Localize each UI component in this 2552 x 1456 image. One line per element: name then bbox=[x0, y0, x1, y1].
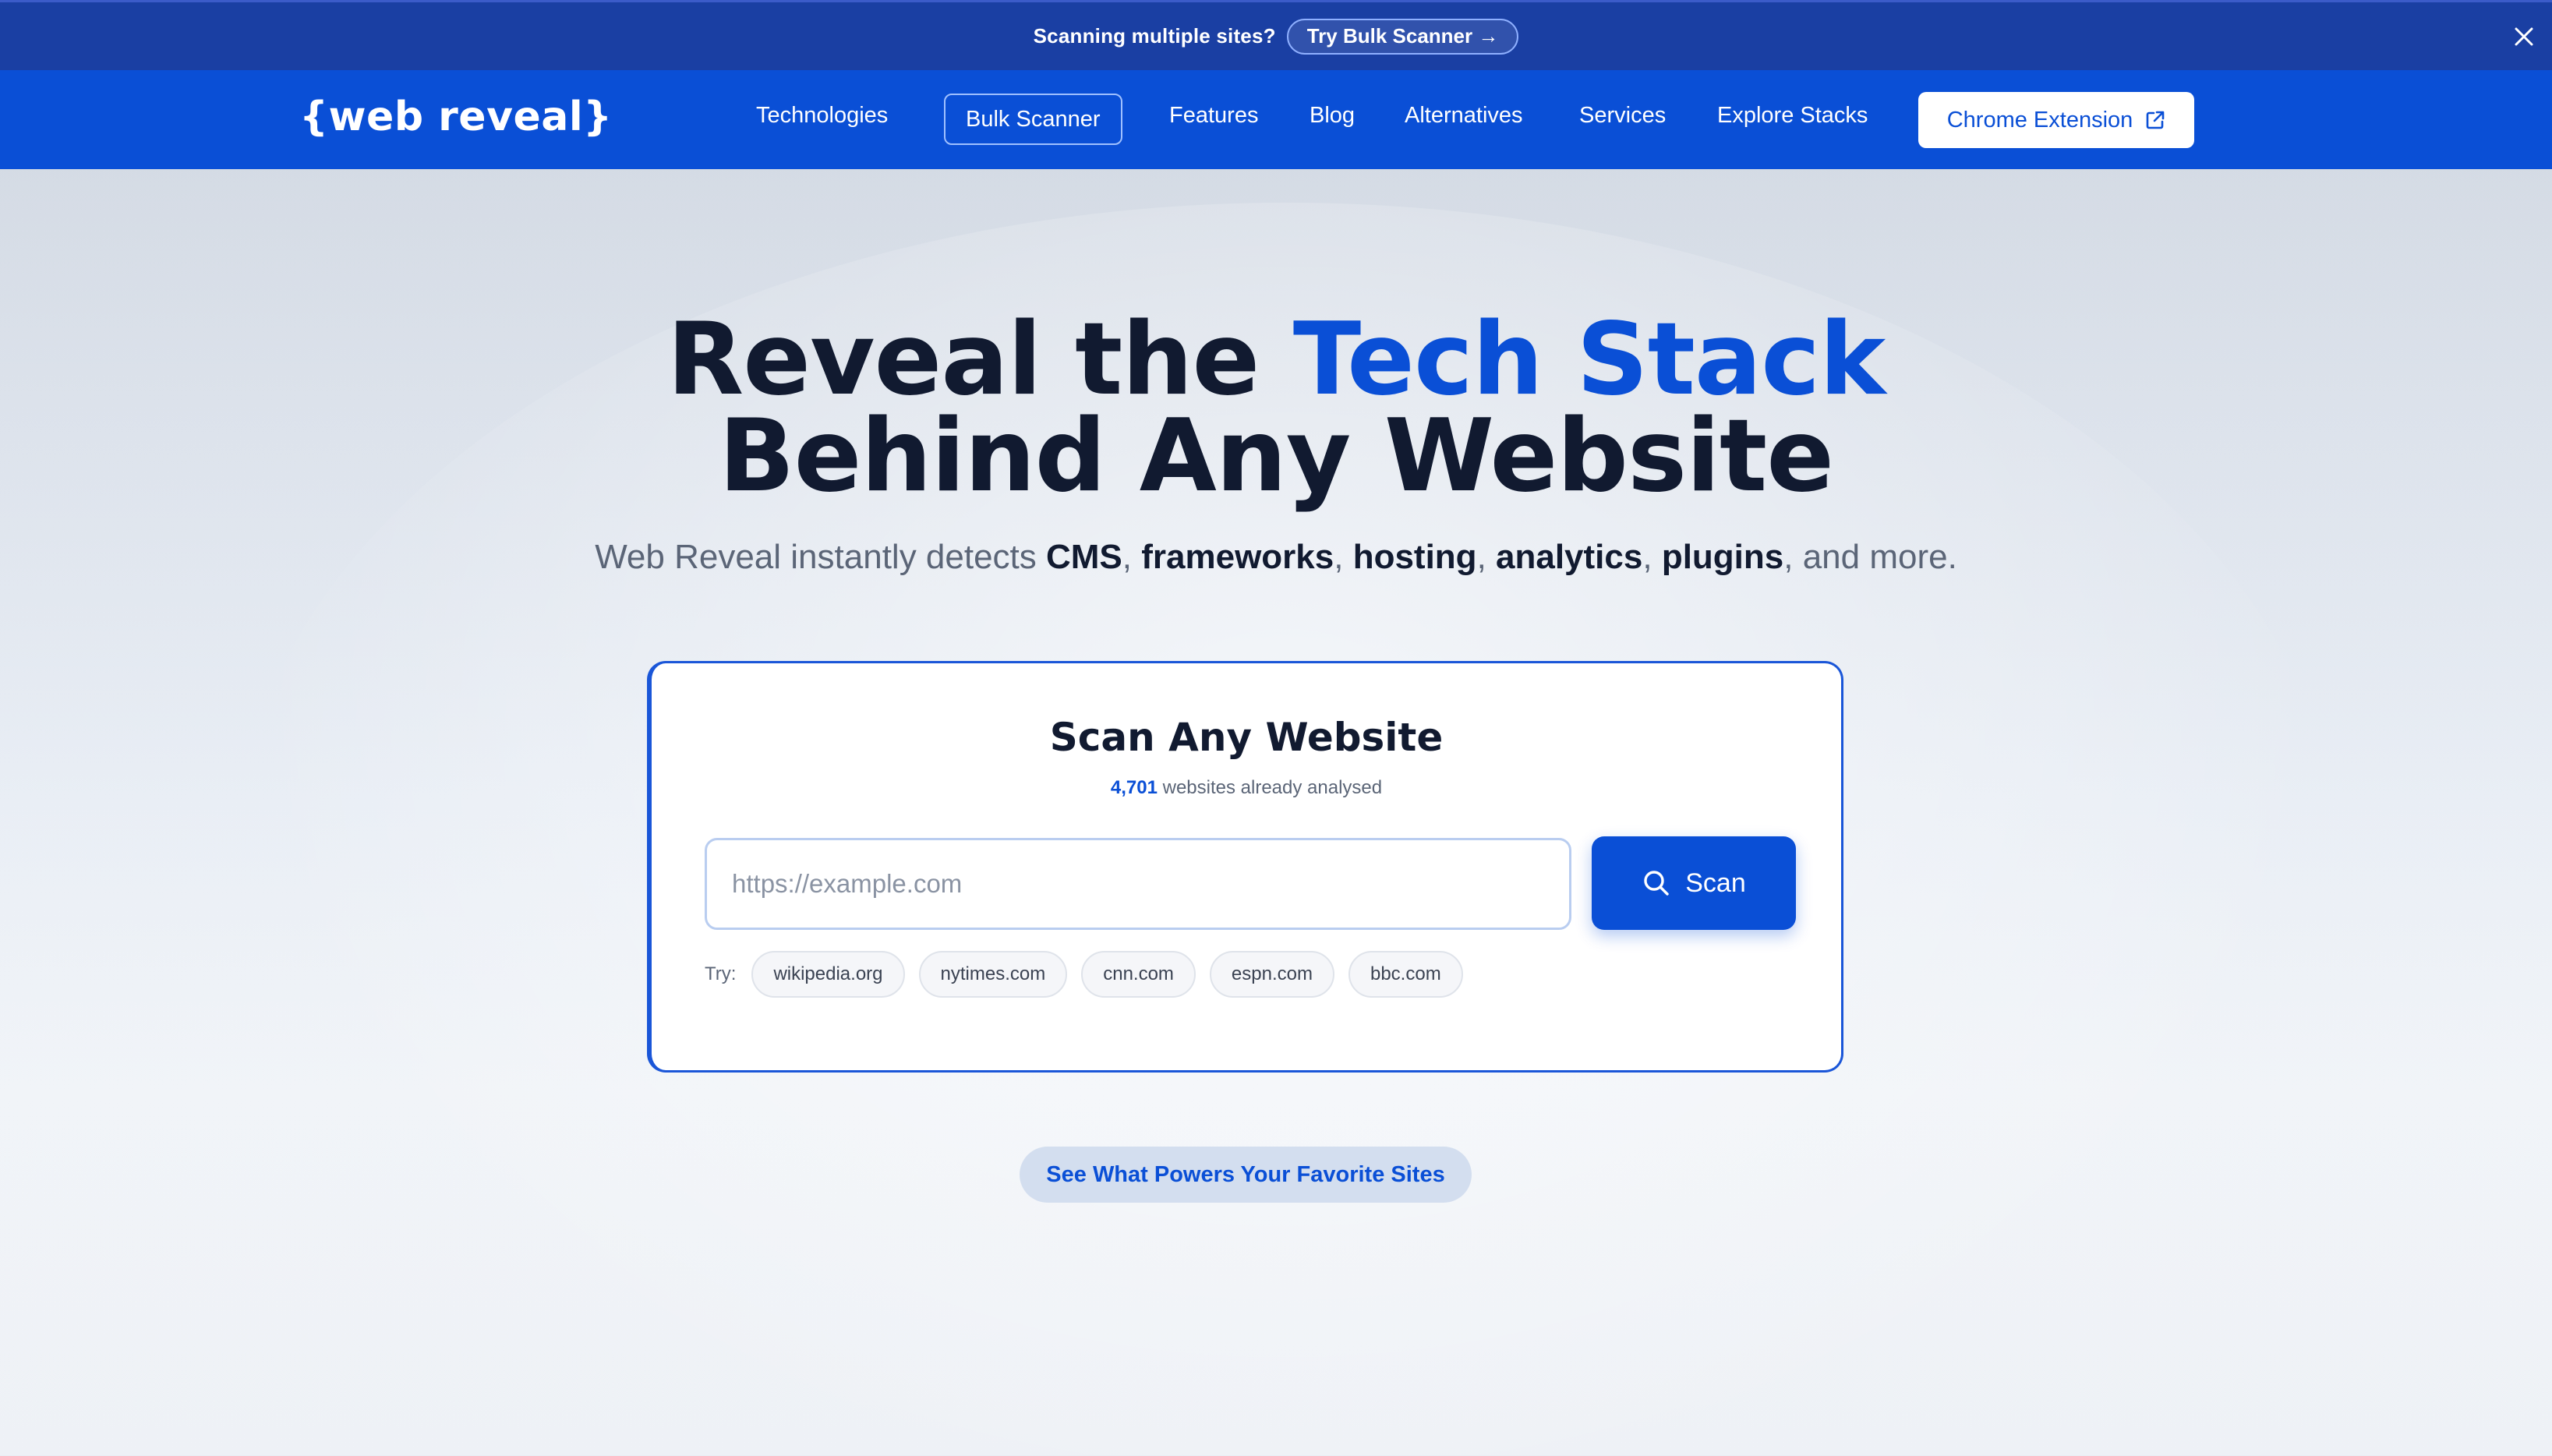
nav-link-alternatives[interactable]: Alternatives bbox=[1405, 103, 1523, 129]
logo[interactable]: {web reveal} bbox=[299, 94, 613, 140]
try-label: Try: bbox=[705, 963, 737, 984]
see-what-powers-button[interactable]: See What Powers Your Favorite Sites bbox=[1020, 1147, 1472, 1203]
hero-sub-separator: , bbox=[1334, 538, 1353, 576]
main-nav: {web reveal} Technologies Bulk Scanner F… bbox=[0, 70, 2552, 169]
announcement-text: Scanning multiple sites? bbox=[1033, 24, 1276, 48]
example-chip-nytimes[interactable]: nytimes.com bbox=[918, 951, 1068, 998]
example-sites: Try: wikipedia.org nytimes.com cnn.com e… bbox=[705, 951, 1463, 998]
nav-link-bulk-scanner[interactable]: Bulk Scanner bbox=[944, 94, 1122, 145]
example-chip-cnn[interactable]: cnn.com bbox=[1081, 951, 1196, 998]
hero-sub-separator: , bbox=[1642, 538, 1662, 576]
chrome-extension-button[interactable]: Chrome Extension bbox=[1918, 92, 2194, 148]
hero-sub-item: frameworks bbox=[1141, 538, 1334, 576]
hero-title: Reveal the Tech Stack Behind Any Website bbox=[0, 310, 2552, 507]
scan-card: Scan Any Website 4,701 websites already … bbox=[647, 661, 1843, 1073]
hero-sub-item: plugins bbox=[1661, 538, 1784, 576]
try-bulk-scanner-button[interactable]: Try Bulk Scanner → bbox=[1286, 18, 1519, 55]
announcement-bar: Scanning multiple sites? Try Bulk Scanne… bbox=[0, 0, 2552, 70]
hero-sub-separator: , bbox=[1122, 538, 1142, 576]
hero-sub-item: CMS bbox=[1046, 538, 1122, 576]
hero-title-line2: Behind Any Website bbox=[719, 398, 1834, 514]
scan-button-label: Scan bbox=[1685, 868, 1746, 898]
nav-link-blog[interactable]: Blog bbox=[1310, 103, 1355, 129]
scan-button[interactable]: Scan bbox=[1592, 836, 1796, 930]
example-chip-bbc[interactable]: bbc.com bbox=[1348, 951, 1463, 998]
url-input[interactable] bbox=[705, 838, 1571, 930]
nav-link-services[interactable]: Services bbox=[1579, 103, 1666, 129]
scan-count-suffix: websites already analysed bbox=[1157, 777, 1383, 798]
hero-sub-outro: , and more. bbox=[1783, 538, 1957, 576]
close-icon[interactable] bbox=[2508, 21, 2540, 52]
nav-link-features[interactable]: Features bbox=[1169, 103, 1258, 129]
nav-link-explore-stacks[interactable]: Explore Stacks bbox=[1717, 103, 1868, 129]
hero-subtitle: Web Reveal instantly detects CMS, framew… bbox=[0, 538, 2552, 577]
external-link-icon bbox=[2146, 111, 2165, 129]
scan-count-number: 4,701 bbox=[1110, 777, 1158, 798]
hero-sub-item: hosting bbox=[1352, 538, 1477, 576]
hero-sub-separator: , bbox=[1476, 538, 1497, 576]
example-chip-wikipedia[interactable]: wikipedia.org bbox=[751, 951, 905, 998]
hero-sub-item: analytics bbox=[1496, 538, 1643, 576]
scan-card-title: Scan Any Website bbox=[1049, 715, 1444, 760]
scan-count: 4,701 websites already analysed bbox=[652, 777, 1841, 799]
chrome-extension-label: Chrome Extension bbox=[1946, 107, 2133, 133]
search-icon bbox=[1644, 871, 1669, 896]
hero-sub-intro: Web Reveal instantly detects bbox=[595, 538, 1046, 576]
nav-link-technologies[interactable]: Technologies bbox=[756, 103, 888, 129]
example-chip-espn[interactable]: espn.com bbox=[1209, 951, 1334, 998]
